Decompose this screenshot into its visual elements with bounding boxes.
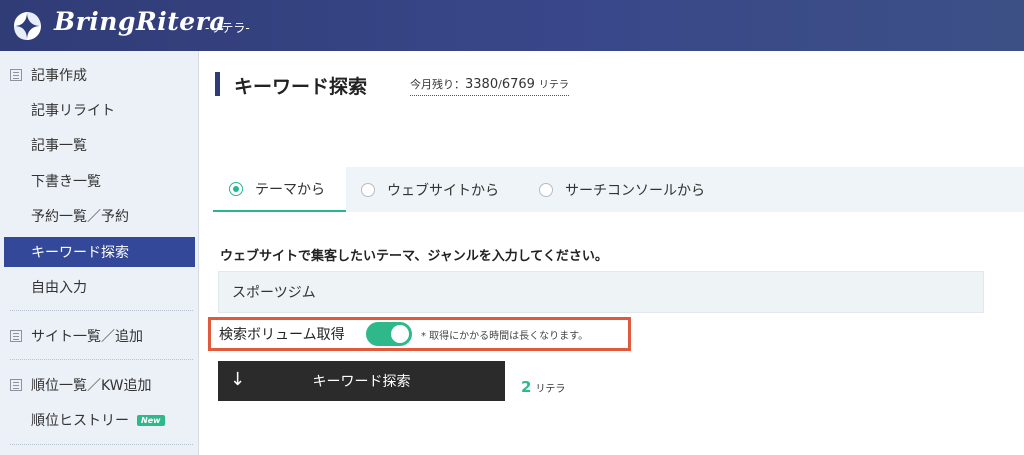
document-icon	[10, 69, 22, 81]
quota-label: 今月残り：	[410, 78, 465, 91]
keyword-search-button[interactable]: ↓ キーワード探索	[218, 361, 505, 401]
sidebar: 記事作成 記事リライト 記事一覧 下書き一覧 予約一覧／予約 キーワード探索 自…	[0, 51, 199, 455]
volume-toggle-note: * 取得にかかる時間は長くなります。	[421, 331, 589, 342]
sidebar-item-drafts[interactable]: 下書き一覧	[0, 166, 198, 196]
tab-website[interactable]: ウェブサイトから	[361, 167, 531, 212]
brand-sub: -リテラ-	[205, 21, 250, 35]
sidebar-item-article-list[interactable]: 記事一覧	[0, 130, 198, 160]
page-title: キーワード探索	[234, 76, 368, 98]
logo-leaf-icon[interactable]	[10, 9, 44, 43]
sidebar-item-label: キーワード探索	[31, 245, 129, 261]
sidebar-section-label: サイト一覧／追加	[31, 329, 143, 345]
cost-unit: リテラ	[535, 384, 566, 395]
search-cost: 2 リテラ	[521, 378, 565, 396]
volume-toggle-switch[interactable]	[366, 322, 412, 346]
radio-icon[interactable]	[361, 182, 375, 197]
form-instruction: ウェブサイトで集客したいテーマ、ジャンルを入力してください。	[220, 249, 608, 264]
theme-input-value: スポーツジム	[232, 285, 316, 301]
document-icon	[10, 330, 22, 342]
theme-input[interactable]: スポーツジム	[218, 271, 984, 313]
sidebar-item-label: 記事一覧	[31, 138, 87, 154]
sidebar-section-article[interactable]: 記事作成	[0, 60, 198, 90]
search-button-label: キーワード探索	[312, 374, 411, 390]
sidebar-item-keyword-search[interactable]: キーワード探索	[4, 237, 195, 267]
brand-name[interactable]: BringRitera	[54, 7, 226, 36]
radio-icon[interactable]	[539, 182, 553, 197]
new-badge: New	[137, 414, 165, 426]
quota-remaining-value: 3380	[465, 77, 499, 92]
sidebar-section-ranking[interactable]: 順位一覧／KW追加	[0, 370, 198, 400]
tab-label: ウェブサイトから	[387, 182, 499, 199]
sidebar-item-free-input[interactable]: 自由入力	[0, 272, 198, 302]
quota-remaining: 今月残り： 3380 / 6769 リテラ	[410, 76, 569, 96]
sidebar-item-label: 順位ヒストリー	[31, 413, 129, 429]
sidebar-divider	[10, 444, 193, 445]
title-accent-bar	[215, 72, 220, 96]
tab-label: テーマから	[255, 181, 325, 198]
source-tabs: テーマから ウェブサイトから サーチコンソールから	[213, 167, 1024, 212]
chart-icon	[10, 379, 22, 391]
tab-search-console[interactable]: サーチコンソールから	[539, 167, 739, 212]
sidebar-divider	[10, 310, 193, 311]
sidebar-item-label: 記事リライト	[31, 103, 115, 119]
radio-selected-icon[interactable]	[229, 181, 243, 196]
sidebar-section-label: 記事作成	[31, 68, 87, 84]
sidebar-item-reservations[interactable]: 予約一覧／予約	[0, 201, 198, 231]
sidebar-item-label: 下書き一覧	[31, 174, 101, 190]
sidebar-divider	[10, 359, 193, 360]
sidebar-section-label: 順位一覧／KW追加	[31, 378, 152, 394]
volume-toggle-label: 検索ボリューム取得	[219, 327, 345, 343]
quota-unit: リテラ	[538, 80, 569, 91]
app-header: BringRitera -リテラ-	[0, 0, 1024, 51]
sidebar-item-label: 自由入力	[31, 280, 87, 296]
sidebar-item-rewrite[interactable]: 記事リライト	[0, 95, 198, 125]
quota-total-value: 6769	[501, 77, 535, 92]
sidebar-section-sites[interactable]: サイト一覧／追加	[0, 321, 198, 351]
tab-theme[interactable]: テーマから	[213, 167, 346, 212]
sidebar-item-rank-history[interactable]: 順位ヒストリー New	[0, 405, 198, 435]
sidebar-item-label: 予約一覧／予約	[31, 209, 129, 225]
cost-value: 2	[521, 378, 532, 396]
tab-label: サーチコンソールから	[565, 182, 705, 199]
